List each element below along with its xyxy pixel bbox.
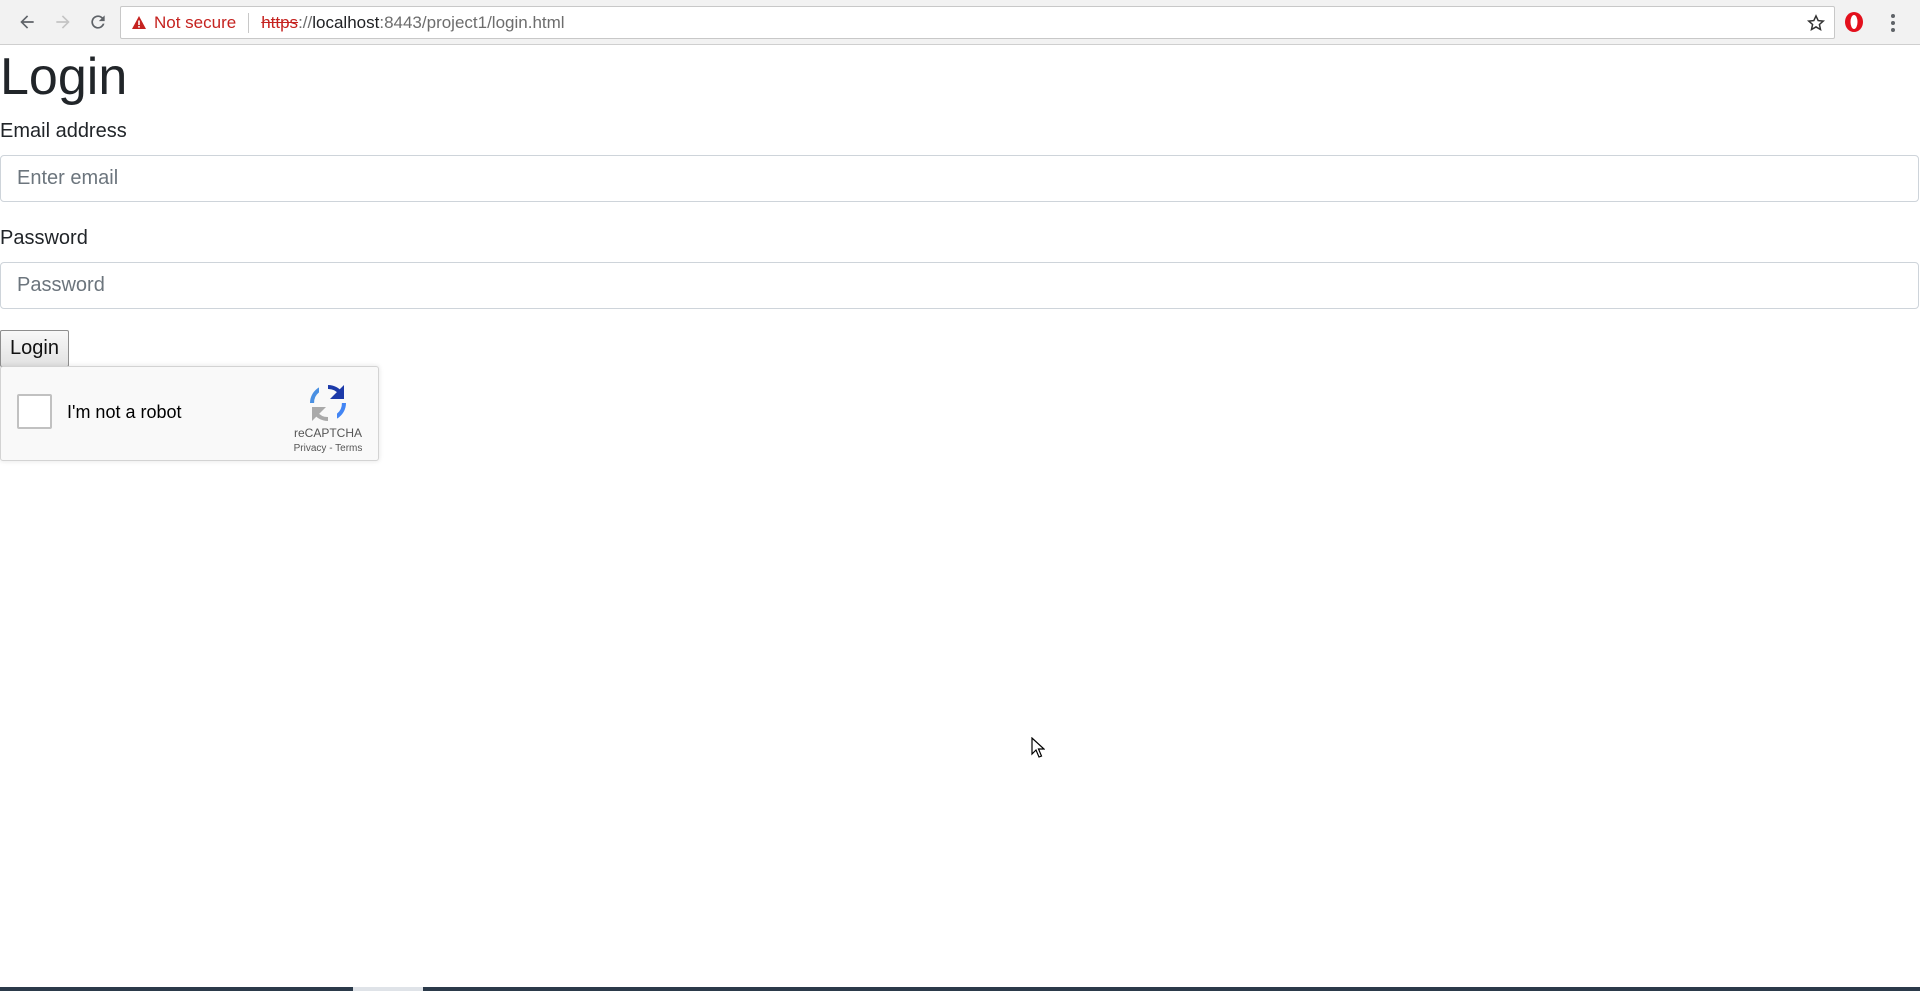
page-title: Login [0, 48, 128, 106]
forward-button[interactable] [51, 10, 75, 34]
url-path: :8443/project1/login.html [379, 12, 565, 32]
browser-toolbar: Not secure https://localhost:8443/projec… [0, 0, 1920, 45]
recaptcha-terms-link[interactable]: Terms [335, 443, 362, 454]
taskbar-highlight [353, 987, 423, 991]
reload-icon [91, 15, 105, 29]
recaptcha-label: I'm not a robot [67, 402, 182, 422]
url-text[interactable]: https://localhost:8443/project1/login.ht… [261, 13, 564, 33]
warning-icon [131, 15, 147, 31]
back-button[interactable] [15, 10, 39, 34]
opera-icon[interactable] [1843, 11, 1865, 33]
recaptcha-links-dash: - [326, 443, 336, 454]
mouse-cursor-icon [1031, 737, 1045, 758]
forward-arrow-icon [56, 15, 70, 29]
address-bar[interactable]: Not secure https://localhost:8443/projec… [120, 6, 1835, 39]
back-arrow-icon [20, 15, 34, 29]
password-field[interactable] [0, 262, 1919, 309]
omnibox-divider [248, 12, 250, 33]
url-host: localhost [312, 12, 380, 32]
recaptcha-logo-icon [306, 381, 350, 425]
taskbar-edge [0, 987, 1920, 991]
login-button[interactable]: Login [0, 330, 69, 367]
password-label: Password [0, 227, 88, 249]
url-separator: :// [298, 12, 313, 32]
recaptcha-checkbox[interactable] [17, 394, 52, 429]
star-icon[interactable] [1806, 13, 1826, 33]
email-field[interactable] [0, 155, 1919, 202]
recaptcha-links: Privacy - Terms [285, 443, 371, 454]
page-content: Login Email address Password Login I'm n… [0, 46, 1920, 981]
reload-button[interactable] [86, 10, 110, 34]
recaptcha-widget: I'm not a robot reCAPTCHA Privacy - Term… [0, 366, 379, 461]
recaptcha-brand: reCAPTCHA [293, 426, 362, 440]
security-status[interactable]: Not secure [154, 13, 236, 33]
url-scheme: https [261, 12, 299, 32]
menu-dots-icon[interactable] [1881, 11, 1905, 35]
email-label: Email address [0, 120, 127, 142]
recaptcha-privacy-link[interactable]: Privacy [294, 443, 327, 454]
